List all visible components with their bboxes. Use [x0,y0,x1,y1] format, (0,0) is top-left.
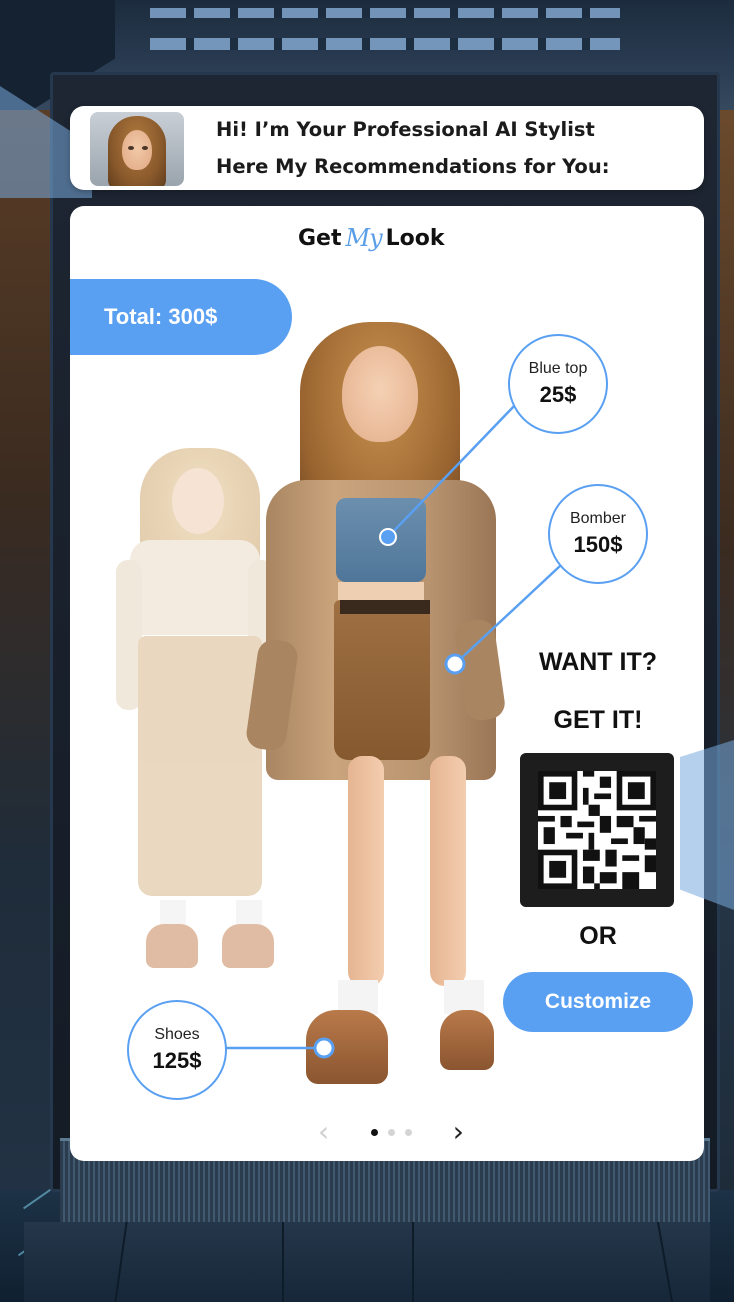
leg-right [430,756,466,986]
greeting-line-1: Hi! I’m Your Professional AI Stylist [216,118,595,141]
alt-trousers [138,636,262,896]
brand-logo: Get My Look [298,218,445,258]
item-bubble-bomber[interactable]: Bomber 150$ [548,484,648,584]
item-price: 25$ [539,382,577,407]
cta-get-it: GET IT! [553,706,643,734]
qr-code-icon[interactable] [520,753,674,907]
item-name: Shoes [154,1026,200,1043]
avatar-face [122,130,152,170]
or-separator: OR [579,922,617,950]
leg-left [348,756,384,986]
qr-matrix [538,771,656,889]
blue-top [336,498,426,582]
greeting-line-2: Here My Recommendations for You: [216,155,610,178]
alt-face [172,468,224,534]
shoe-left [306,1010,388,1084]
cta-want-it: WANT IT? [538,648,658,676]
item-price: 125$ [152,1048,202,1073]
item-bubble-shoes[interactable]: Shoes 125$ [127,1000,227,1100]
shoe-right [440,1010,494,1070]
brown-shorts [334,600,430,760]
chevron-right-icon[interactable]: › [453,1118,464,1146]
alt-shoe [222,924,274,968]
customize-button[interactable]: Customize [503,972,693,1032]
item-price: 150$ [573,532,623,557]
page-dots [370,1128,412,1136]
tile-seam [282,1222,284,1302]
sock [338,980,378,1014]
stylist-avatar [90,112,184,186]
tile-seam [656,1222,674,1302]
item-bubble-blue-top[interactable]: Blue top 25$ [508,334,608,434]
logo-word-my: My [345,224,383,252]
belt [340,600,430,614]
alt-shoe [146,924,198,968]
item-name: Blue top [528,360,588,377]
item-name: Bomber [569,510,627,527]
kiosk-plinth [24,1222,710,1302]
logo-word-look: Look [385,225,445,251]
sock [444,980,484,1014]
tile-seam [114,1222,128,1302]
total-price-badge: Total: 300$ [70,279,292,355]
avatar-eye [128,146,134,150]
chevron-left-icon[interactable]: ‹ [318,1118,329,1146]
tile-seam [412,1222,414,1302]
alt-sweater [130,540,260,635]
carousel-pager: ‹ › [318,1114,464,1150]
page-dot-2[interactable] [387,1128,395,1136]
page-dot-3[interactable] [404,1128,412,1136]
avatar-eye [142,146,148,150]
qr-code-pattern [538,771,656,889]
page-dot-1[interactable] [370,1128,378,1136]
logo-word-get: Get [298,225,342,251]
qr-callout [680,740,734,910]
main-face [342,346,418,442]
ceiling-lights [150,8,620,56]
